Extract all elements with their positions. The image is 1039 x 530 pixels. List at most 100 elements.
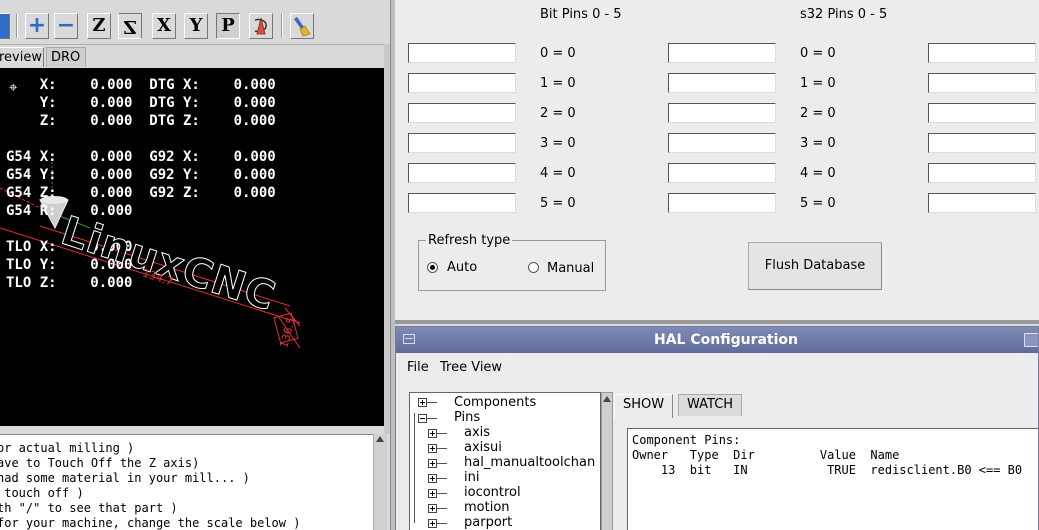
gcode-line: had some material in your mill... )	[0, 471, 250, 485]
gcode-line: for your machine, change the scale below…	[0, 516, 301, 530]
bit-pin-label-1: 1 = 0	[540, 76, 576, 91]
s32-pin-entry-2[interactable]	[668, 103, 776, 123]
tab-show[interactable]: SHOW	[614, 394, 674, 418]
menu-file[interactable]: File	[407, 360, 429, 375]
hal-window-title: HAL Configuration	[654, 332, 798, 348]
s32-pin-entry-5[interactable]	[668, 193, 776, 213]
axis-window: + − Z Z X Y P review DRO X: 0.000 DTG X:…	[0, 0, 390, 530]
view-x-icon[interactable]: X	[152, 13, 176, 39]
window-close-icon[interactable]	[1024, 333, 1038, 347]
s32-pin-output-1[interactable]	[928, 73, 1036, 93]
s32-pin-label-2: 2 = 0	[800, 106, 836, 121]
bit-pin-entry-5[interactable]	[408, 193, 516, 213]
bit-pin-entry-3[interactable]	[408, 133, 516, 153]
bit-pin-label-4: 4 = 0	[540, 166, 576, 181]
tree-item-axis[interactable]: axis	[464, 425, 490, 440]
expand-icon[interactable]	[418, 398, 427, 407]
s32-pin-label-0: 0 = 0	[800, 46, 836, 61]
expand-icon[interactable]	[428, 444, 437, 453]
bit-pin-label-0: 0 = 0	[540, 46, 576, 61]
s32-pin-output-5[interactable]	[928, 193, 1036, 213]
s32-pin-entry-4[interactable]	[668, 163, 776, 183]
tab-dro[interactable]: DRO	[46, 47, 86, 67]
tree-item-ini[interactable]: ini	[464, 470, 479, 485]
tree-connector	[414, 413, 415, 523]
dro-line: Z: 0.000 DTG Z: 0.000	[6, 113, 276, 129]
collapse-icon[interactable]	[418, 414, 427, 423]
tab-watch[interactable]: WATCH	[678, 394, 743, 416]
view-z-icon[interactable]: Z	[87, 13, 111, 39]
axis-toolbar: + − Z Z X Y P	[0, 0, 390, 45]
bit-pin-label-3: 3 = 0	[540, 136, 576, 151]
tree-connector	[437, 478, 447, 479]
dro-line: G54 X: 0.000 G92 X: 0.000	[6, 149, 276, 165]
preview-canvas[interactable]: X: 0.000 DTG X: 0.000 ⌖ Y: 0.000 DTG Y: …	[0, 68, 384, 426]
zoom-out-icon[interactable]: −	[54, 13, 78, 39]
tree-connector	[437, 433, 447, 434]
menu-tree-view[interactable]: Tree View	[440, 360, 502, 375]
tree-scrollbar[interactable]	[601, 392, 613, 530]
tree-item-iocontrol[interactable]: iocontrol	[464, 485, 521, 500]
view-y-icon[interactable]: Y	[184, 13, 208, 39]
clear-plot-icon[interactable]	[290, 13, 314, 39]
bit-pin-entry-1[interactable]	[408, 73, 516, 93]
tree-item-axisui[interactable]: axisui	[464, 440, 502, 455]
tree-connector	[437, 508, 447, 509]
show-heading: Component Pins:	[632, 433, 741, 447]
refresh-auto-label[interactable]: Auto	[447, 260, 477, 275]
dro-line: Y: 0.000 DTG Y: 0.000	[6, 95, 276, 111]
s32-pin-output-2[interactable]	[928, 103, 1036, 123]
s32-pin-output-3[interactable]	[928, 133, 1036, 153]
toolbar-separator	[16, 14, 18, 38]
tree-item-parport[interactable]: parport	[464, 515, 512, 530]
gcode-line: or actual milling )	[0, 441, 135, 455]
gcode-scrollbar[interactable]	[373, 434, 387, 530]
view-p-icon[interactable]: P	[216, 13, 240, 39]
s32-pin-label-3: 3 = 0	[800, 136, 836, 151]
tree-item-motion[interactable]: motion	[464, 500, 510, 515]
window-border	[395, 320, 1039, 324]
s32-pin-label-5: 5 = 0	[800, 196, 836, 211]
dro-line: G54 Y: 0.000 G92 Y: 0.000	[6, 167, 276, 183]
tree-item-components[interactable]: Components	[454, 395, 536, 410]
tree-item-pins[interactable]: Pins	[454, 410, 480, 425]
s32-pin-entry-0[interactable]	[668, 43, 776, 63]
bit-pin-entry-0[interactable]	[408, 43, 516, 63]
s32-pin-entry-1[interactable]	[668, 73, 776, 93]
refresh-manual-label[interactable]: Manual	[547, 261, 594, 276]
bit-pin-entry-4[interactable]	[408, 163, 516, 183]
expand-icon[interactable]	[428, 519, 437, 528]
s32-pin-output-4[interactable]	[928, 163, 1036, 183]
bit-pin-entry-2[interactable]	[408, 103, 516, 123]
expand-icon[interactable]	[428, 489, 437, 498]
tree-connector	[427, 402, 437, 403]
gcode-text[interactable]: or actual milling ) ave to Touch Off the…	[0, 434, 386, 530]
scroll-up-icon[interactable]	[376, 436, 384, 442]
show-row: 13 bit IN TRUE redisclient.B0 <== B0	[632, 463, 1023, 477]
gcode-line: touch off )	[0, 486, 84, 500]
tree-connector	[427, 418, 437, 419]
show-output[interactable]: Component Pins: Owner Type Dir Value Nam…	[627, 428, 1038, 530]
tree-connector	[437, 463, 447, 464]
refresh-manual-radio[interactable]	[528, 262, 539, 273]
s32-pin-entry-3[interactable]	[668, 133, 776, 153]
expand-icon[interactable]	[428, 474, 437, 483]
zoom-in-icon[interactable]: +	[25, 13, 49, 39]
open-file-icon[interactable]	[0, 13, 10, 39]
bit-pin-label-2: 2 = 0	[540, 106, 576, 121]
tree-connector	[437, 448, 447, 449]
flush-database-button[interactable]: Flush Database	[748, 242, 882, 290]
scroll-up-icon[interactable]	[603, 396, 611, 402]
rotate-view-icon[interactable]	[249, 13, 273, 39]
refresh-auto-radio[interactable]	[427, 262, 438, 273]
expand-icon[interactable]	[428, 429, 437, 438]
tab-preview[interactable]: review	[0, 47, 44, 67]
expand-icon[interactable]	[428, 459, 437, 468]
dro-line: G54 Z: 0.000 G92 Z: 0.000	[6, 185, 276, 201]
tree-item-hal-manualtoolchange[interactable]: hal_manualtoolchange	[464, 455, 596, 470]
s32-pin-label-1: 1 = 0	[800, 76, 836, 91]
s32-pin-output-0[interactable]	[928, 43, 1036, 63]
view-rotated-z-icon[interactable]: Z	[118, 13, 142, 39]
bit-pin-label-5: 5 = 0	[540, 196, 576, 211]
expand-icon[interactable]	[428, 504, 437, 513]
